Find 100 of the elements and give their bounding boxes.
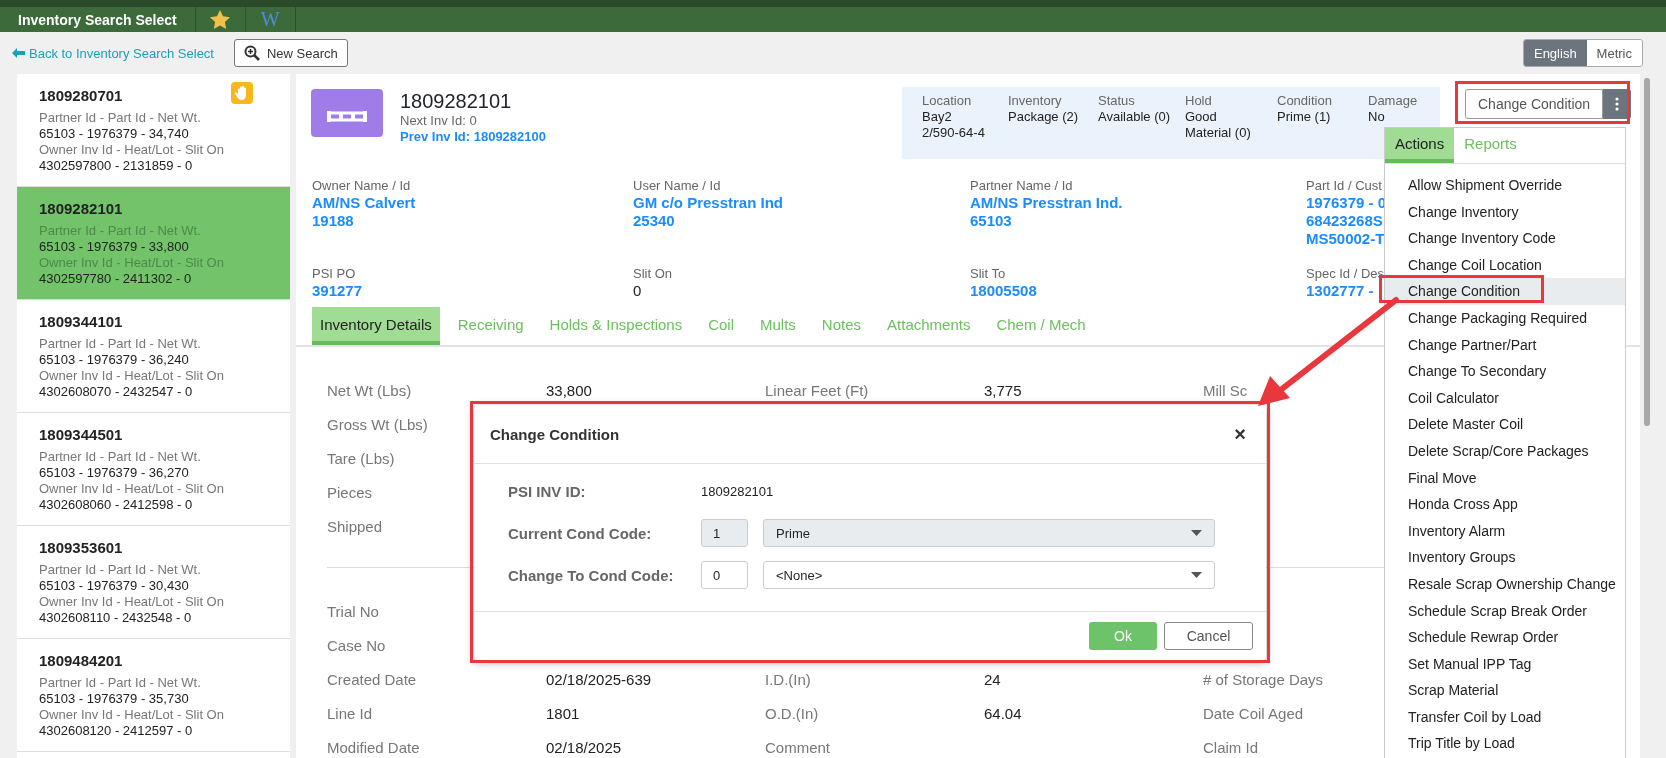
field-label: Shipped bbox=[327, 517, 383, 535]
menu-item[interactable]: Schedule Rewrap Order bbox=[1385, 624, 1625, 651]
inventory-card[interactable]: 1809344501 Partner Id - Part Id - Net Wt. 65103 - 1976379 - 36,270 Owner Inv Id - Heat/Lot - Slit On 4302608060 - 2412598 - 0 bbox=[17, 413, 290, 526]
field-label: Pieces bbox=[327, 483, 373, 501]
field-label: Owner Inv Id - Heat/Lot - Slit On bbox=[39, 594, 225, 610]
field-label: Partner Id - Part Id - Net Wt. bbox=[39, 449, 202, 465]
summary-label: Status bbox=[1098, 93, 1136, 109]
field-label: Case No bbox=[327, 636, 386, 654]
search-icon bbox=[244, 45, 260, 61]
inventory-id: 1809484201 bbox=[39, 651, 124, 671]
summary-label: Hold bbox=[1185, 93, 1213, 109]
field-label: # of Storage Days bbox=[1203, 670, 1324, 688]
summary-label: Damage bbox=[1368, 93, 1419, 109]
new-search-button[interactable]: New Search bbox=[234, 39, 348, 67]
field-value: 4302608120 - 2412597 - 0 bbox=[39, 723, 194, 739]
menu-item[interactable]: Coil Calculator bbox=[1385, 384, 1625, 412]
code-field[interactable]: 0 bbox=[701, 561, 748, 589]
inventory-id: 1809344101 bbox=[39, 312, 124, 332]
field-label: PSI PO bbox=[312, 264, 356, 282]
inventory-card[interactable]: 1809344101 Partner Id - Part Id - Net Wt. 65103 - 1976379 - 36,240 Owner Inv Id - Heat/Lot - Slit On 4302608070 - 2432547 - 0 bbox=[17, 300, 290, 413]
condition-select[interactable]: <None> bbox=[763, 561, 1215, 589]
field-value: 0 bbox=[633, 281, 642, 300]
more-icon bbox=[1615, 97, 1620, 111]
menu-item[interactable]: Delete Scrap/Core Packages bbox=[1385, 437, 1625, 465]
field-label: Owner Inv Id - Heat/Lot - Slit On bbox=[39, 142, 225, 158]
field-value: 65103 - 1976379 - 33,800 bbox=[39, 239, 190, 255]
menu-item[interactable]: Change Partner/Part bbox=[1385, 331, 1625, 359]
field-label: Owner Inv Id - Heat/Lot - Slit On bbox=[39, 707, 225, 723]
field-value: 65103 - 1976379 - 34,740 bbox=[39, 126, 190, 142]
menu-item[interactable]: Trip Title by Load bbox=[1385, 730, 1625, 758]
inventory-card[interactable]: 1809484201 Partner Id - Part Id - Net Wt. 65103 - 1976379 - 35,730 Owner Inv Id - Heat/Lot - Slit On 4302608120 - 2412597 - 0 bbox=[17, 639, 290, 752]
summary-value: Prime (1) bbox=[1277, 109, 1332, 125]
inventory-id: 1809282101 bbox=[39, 199, 124, 219]
summary-value: Available (0) bbox=[1098, 109, 1172, 125]
change-condition-button[interactable]: Change Condition bbox=[1465, 89, 1604, 119]
app-tab[interactable]: Inventory Search Select bbox=[0, 7, 196, 32]
menu-tab[interactable]: Actions bbox=[1385, 128, 1455, 163]
summary-value: 2/590-64-4 bbox=[922, 125, 986, 141]
field-label: PSI INV ID: bbox=[508, 482, 587, 500]
detail-tab[interactable]: Inventory Details bbox=[312, 307, 440, 345]
menu-item[interactable]: Resale Scrap Ownership Change bbox=[1385, 570, 1625, 598]
field-label: Partner Id - Part Id - Net Wt. bbox=[39, 336, 202, 352]
field-label: Partner Id - Part Id - Net Wt. bbox=[39, 562, 202, 578]
inventory-card[interactable]: 1809353601 Partner Id - Part Id - Net Wt. 65103 - 1976379 - 30,430 Owner Inv Id - Heat/Lot - Slit On 4302608110 - 2432548 - 0 bbox=[17, 526, 290, 639]
field-value: 24 bbox=[984, 670, 1001, 688]
field-label: Linear Feet (Ft) bbox=[765, 381, 869, 399]
menu-item[interactable]: Change Packaging Required bbox=[1385, 304, 1625, 332]
field-label: Partner Id - Part Id - Net Wt. bbox=[39, 223, 202, 239]
inventory-id: 1809280701 bbox=[39, 86, 124, 106]
field-value: 65103 - 1976379 - 36,270 bbox=[39, 465, 190, 481]
summary-value: No bbox=[1368, 109, 1386, 125]
menu-item[interactable]: Delete Master Coil bbox=[1385, 411, 1625, 438]
field-value: 33,800 bbox=[546, 381, 592, 399]
menu-item[interactable]: Change Coil Location bbox=[1385, 251, 1625, 279]
close-button[interactable]: × bbox=[1230, 422, 1250, 446]
unit-option[interactable]: English bbox=[1523, 40, 1587, 66]
field-value: 4302608110 - 2432548 - 0 bbox=[39, 610, 193, 626]
summary-label: Condition bbox=[1277, 93, 1333, 109]
field-label: Slit To bbox=[970, 264, 1006, 282]
field-label: User Name / Id bbox=[633, 177, 721, 194]
menu-item[interactable]: Change Inventory Code bbox=[1385, 225, 1625, 252]
dialog-title: Change Condition bbox=[490, 425, 620, 443]
menu-item[interactable]: Set Manual IPP Tag bbox=[1385, 650, 1625, 678]
cancel-button[interactable]: Cancel bbox=[1164, 622, 1253, 650]
menu-item[interactable]: Change Inventory bbox=[1385, 198, 1625, 226]
inventory-card[interactable]: 1809282101 Partner Id - Part Id - Net Wt. 65103 - 1976379 - 33,800 Owner Inv Id - Heat/Lot - Slit On 4302597780 - 2411302 - 0 bbox=[17, 187, 290, 300]
caret-icon bbox=[1191, 530, 1202, 536]
field-value: 65103 - 1976379 - 30,430 bbox=[39, 578, 190, 594]
inventory-id: 1809282101 bbox=[701, 483, 774, 499]
field-label: Claim Id bbox=[1203, 738, 1258, 756]
field-label: Owner Name / Id bbox=[312, 177, 411, 194]
menu-item[interactable]: Allow Shipment Override bbox=[1385, 172, 1625, 199]
field-label: Partner Name / Id bbox=[970, 177, 1073, 194]
summary-value: Good bbox=[1185, 109, 1218, 125]
field-label: Owner Inv Id - Heat/Lot - Slit On bbox=[39, 368, 225, 384]
field-value: 3,775 bbox=[984, 381, 1022, 399]
field-label: I.D.(In) bbox=[765, 670, 811, 688]
menu-item[interactable]: Inventory Groups bbox=[1385, 544, 1625, 571]
field-label: Comment bbox=[765, 738, 831, 756]
arrow-left-icon bbox=[12, 48, 25, 58]
inventory-id: 1809282101 bbox=[400, 89, 513, 113]
summary-value: Package (2) bbox=[1008, 109, 1080, 125]
menu-item[interactable]: Honda Cross App bbox=[1385, 491, 1625, 518]
unit-option[interactable]: Metric bbox=[1586, 40, 1642, 66]
menu-item[interactable]: Scrap Material bbox=[1385, 677, 1625, 704]
menu-item[interactable]: Final Move bbox=[1385, 464, 1625, 492]
menu-item[interactable]: Inventory Alarm bbox=[1385, 517, 1625, 545]
field-value: 0 bbox=[469, 113, 477, 128]
field-label: Line Id bbox=[327, 704, 373, 722]
menu-item[interactable]: Transfer Coil by Load bbox=[1385, 703, 1625, 731]
field-label: Part Id / Cust bbox=[1306, 177, 1382, 194]
menu-item[interactable]: Change To Secondary bbox=[1385, 358, 1625, 385]
field-label: Owner Inv Id - Heat/Lot - Slit On bbox=[39, 255, 225, 271]
summary-value: Material (0) bbox=[1185, 125, 1252, 141]
field-label: Trial No bbox=[327, 602, 379, 620]
menu-item[interactable]: Schedule Scrap Break Order bbox=[1385, 597, 1625, 625]
field-value: 65103 - 1976379 - 36,240 bbox=[39, 352, 190, 368]
field-label: Partner Id - Part Id - Net Wt. bbox=[39, 110, 202, 126]
field-value: 1801 bbox=[546, 704, 580, 722]
field-label: Next Inv Id: bbox=[400, 113, 466, 128]
